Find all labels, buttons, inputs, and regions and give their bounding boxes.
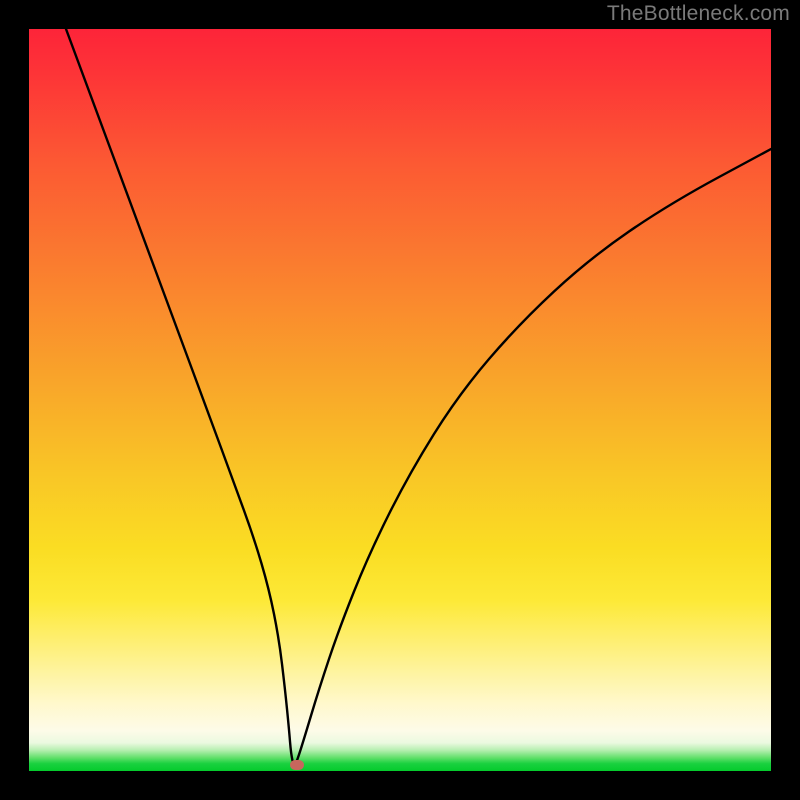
chart-frame: TheBottleneck.com [0, 0, 800, 800]
curve-svg [29, 29, 771, 771]
watermark-text: TheBottleneck.com [607, 2, 790, 26]
plot-area [29, 29, 771, 771]
bottleneck-curve-path [66, 29, 771, 765]
min-marker [290, 760, 304, 770]
